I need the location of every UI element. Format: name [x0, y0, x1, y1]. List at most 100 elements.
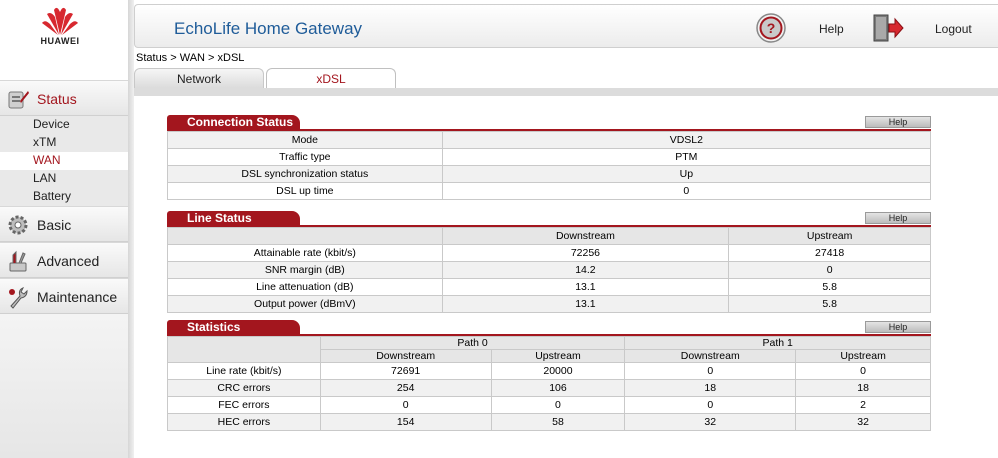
row-label: Line rate (kbit/s) — [167, 362, 321, 380]
header-downstream: Downstream — [319, 349, 492, 363]
path0-upstream: 20000 — [490, 362, 626, 380]
tab-xdsl[interactable]: xDSL — [266, 68, 396, 89]
row-label: Mode — [167, 131, 443, 149]
line-status-section: Line Status Help Downstream Upstream Att… — [167, 211, 931, 313]
section-title: Statistics — [167, 320, 300, 336]
table-header-row: Path 0 Path 1 — [167, 336, 931, 363]
row-label: Output power (dBmV) — [167, 295, 443, 313]
table-row: Traffic type PTM — [167, 148, 932, 166]
upstream-value: 5.8 — [728, 278, 931, 296]
tab-bar-divider — [134, 88, 998, 96]
path0-upstream: 106 — [490, 379, 626, 397]
help-link[interactable]: Help — [819, 22, 844, 36]
row-label: FEC errors — [167, 396, 321, 414]
table-row: Attainable rate (kbit/s) 72256 27418 — [167, 244, 931, 262]
help-button[interactable]: Help — [865, 321, 931, 333]
tools-icon — [9, 250, 27, 272]
downstream-value: 14.2 — [441, 261, 730, 279]
statistics-section: Statistics Help Path 0 Path 1 Downstream… — [167, 320, 931, 431]
huawei-logo-icon — [42, 7, 78, 35]
door-exit-icon[interactable] — [871, 12, 905, 44]
path0-upstream: 0 — [490, 396, 626, 414]
row-label: DSL synchronization status — [167, 165, 443, 183]
menu-basic[interactable]: Basic — [0, 206, 128, 242]
path0-upstream: 58 — [490, 413, 626, 431]
header-upstream: Upstream — [795, 349, 931, 363]
section-title: Line Status — [167, 211, 300, 227]
header-path0: Path 0 — [319, 336, 626, 350]
header-cell — [167, 227, 443, 245]
menu-advanced-label: Advanced — [37, 253, 100, 269]
row-value: 0 — [441, 182, 932, 200]
row-label: Traffic type — [167, 148, 443, 166]
header-cell — [167, 336, 321, 363]
section-header: Statistics Help — [167, 320, 931, 336]
header-path1: Path 1 — [624, 336, 931, 350]
brand-name: HUAWEI — [40, 36, 80, 46]
table-row: Mode VDSL2 — [167, 131, 932, 149]
sidebar-item-device[interactable]: Device — [0, 116, 128, 134]
header-upstream: Upstream — [490, 349, 626, 363]
table-row: FEC errors 0 0 0 2 — [167, 396, 931, 414]
table-row: CRC errors 254 106 18 18 — [167, 379, 931, 397]
help-button[interactable]: Help — [865, 116, 931, 128]
path1-upstream: 32 — [795, 413, 931, 431]
downstream-value: 72256 — [441, 244, 730, 262]
help-button[interactable]: Help — [865, 212, 931, 224]
path1-downstream: 0 — [624, 362, 797, 380]
table-row: Line attenuation (dB) 13.1 5.8 — [167, 278, 931, 296]
page-title: EchoLife Home Gateway — [174, 19, 363, 38]
tab-network[interactable]: Network — [134, 68, 264, 89]
row-label: SNR margin (dB) — [167, 261, 443, 279]
huawei-logo: HUAWEI — [0, 0, 128, 50]
upstream-value: 0 — [728, 261, 931, 279]
table-header-row: Downstream Upstream — [167, 227, 931, 245]
line-status-table: Downstream Upstream Attainable rate (kbi… — [167, 227, 931, 313]
row-value: PTM — [441, 148, 932, 166]
header-downstream: Downstream — [441, 227, 730, 245]
breadcrumb: Status > WAN > xDSL — [136, 52, 245, 64]
statistics-table: Path 0 Path 1 Downstream Upstream Downst… — [167, 336, 931, 431]
path0-downstream: 154 — [319, 413, 492, 431]
question-circle-icon[interactable]: ? — [755, 12, 787, 44]
sidebar-item-xtm[interactable]: xTM — [0, 134, 128, 152]
menu-basic-label: Basic — [37, 217, 72, 233]
sidebar-item-lan[interactable]: LAN — [0, 170, 128, 188]
path0-downstream: 0 — [319, 396, 492, 414]
path0-downstream: 254 — [319, 379, 492, 397]
table-row: DSL synchronization status Up — [167, 165, 932, 183]
sidebar-item-battery[interactable]: Battery — [0, 188, 128, 206]
row-label: DSL up time — [167, 182, 443, 200]
section-header: Connection Status Help — [167, 115, 931, 131]
upstream-value: 27418 — [728, 244, 931, 262]
table-row: DSL up time 0 — [167, 182, 932, 200]
logout-link[interactable]: Logout — [935, 22, 972, 36]
status-icon — [8, 91, 29, 109]
menu-maintenance[interactable]: Maintenance — [0, 278, 128, 314]
downstream-value: 13.1 — [441, 278, 730, 296]
row-label: CRC errors — [167, 379, 321, 397]
menu-maintenance-label: Maintenance — [37, 289, 118, 305]
sidebar: HUAWEI Status Device xTM WAN LAN Battery… — [0, 0, 128, 458]
row-value: Up — [441, 165, 932, 183]
gear-icon — [8, 215, 28, 235]
header-bar: EchoLife Home Gateway ? Help Logout — [134, 4, 998, 48]
row-label: Attainable rate (kbit/s) — [167, 244, 443, 262]
table-row: Output power (dBmV) 13.1 5.8 — [167, 295, 931, 313]
path0-downstream: 72691 — [319, 362, 492, 380]
path1-upstream: 18 — [795, 379, 931, 397]
connection-status-table: Mode VDSL2 Traffic type PTM DSL synchron… — [167, 131, 932, 200]
row-label: HEC errors — [167, 413, 321, 431]
menu-advanced[interactable]: Advanced — [0, 242, 128, 278]
section-header: Line Status Help — [167, 211, 931, 227]
sidebar-item-wan[interactable]: WAN — [0, 152, 128, 170]
menu-status[interactable]: Status — [0, 80, 128, 116]
table-row: Line rate (kbit/s) 72691 20000 0 0 — [167, 362, 931, 380]
connection-status-section: Connection Status Help Mode VDSL2 Traffi… — [167, 115, 932, 200]
section-title: Connection Status — [167, 115, 300, 131]
header-downstream: Downstream — [624, 349, 797, 363]
path1-upstream: 2 — [795, 396, 931, 414]
table-row: SNR margin (dB) 14.2 0 — [167, 261, 931, 279]
menu-status-label: Status — [37, 91, 77, 107]
downstream-value: 13.1 — [441, 295, 730, 313]
